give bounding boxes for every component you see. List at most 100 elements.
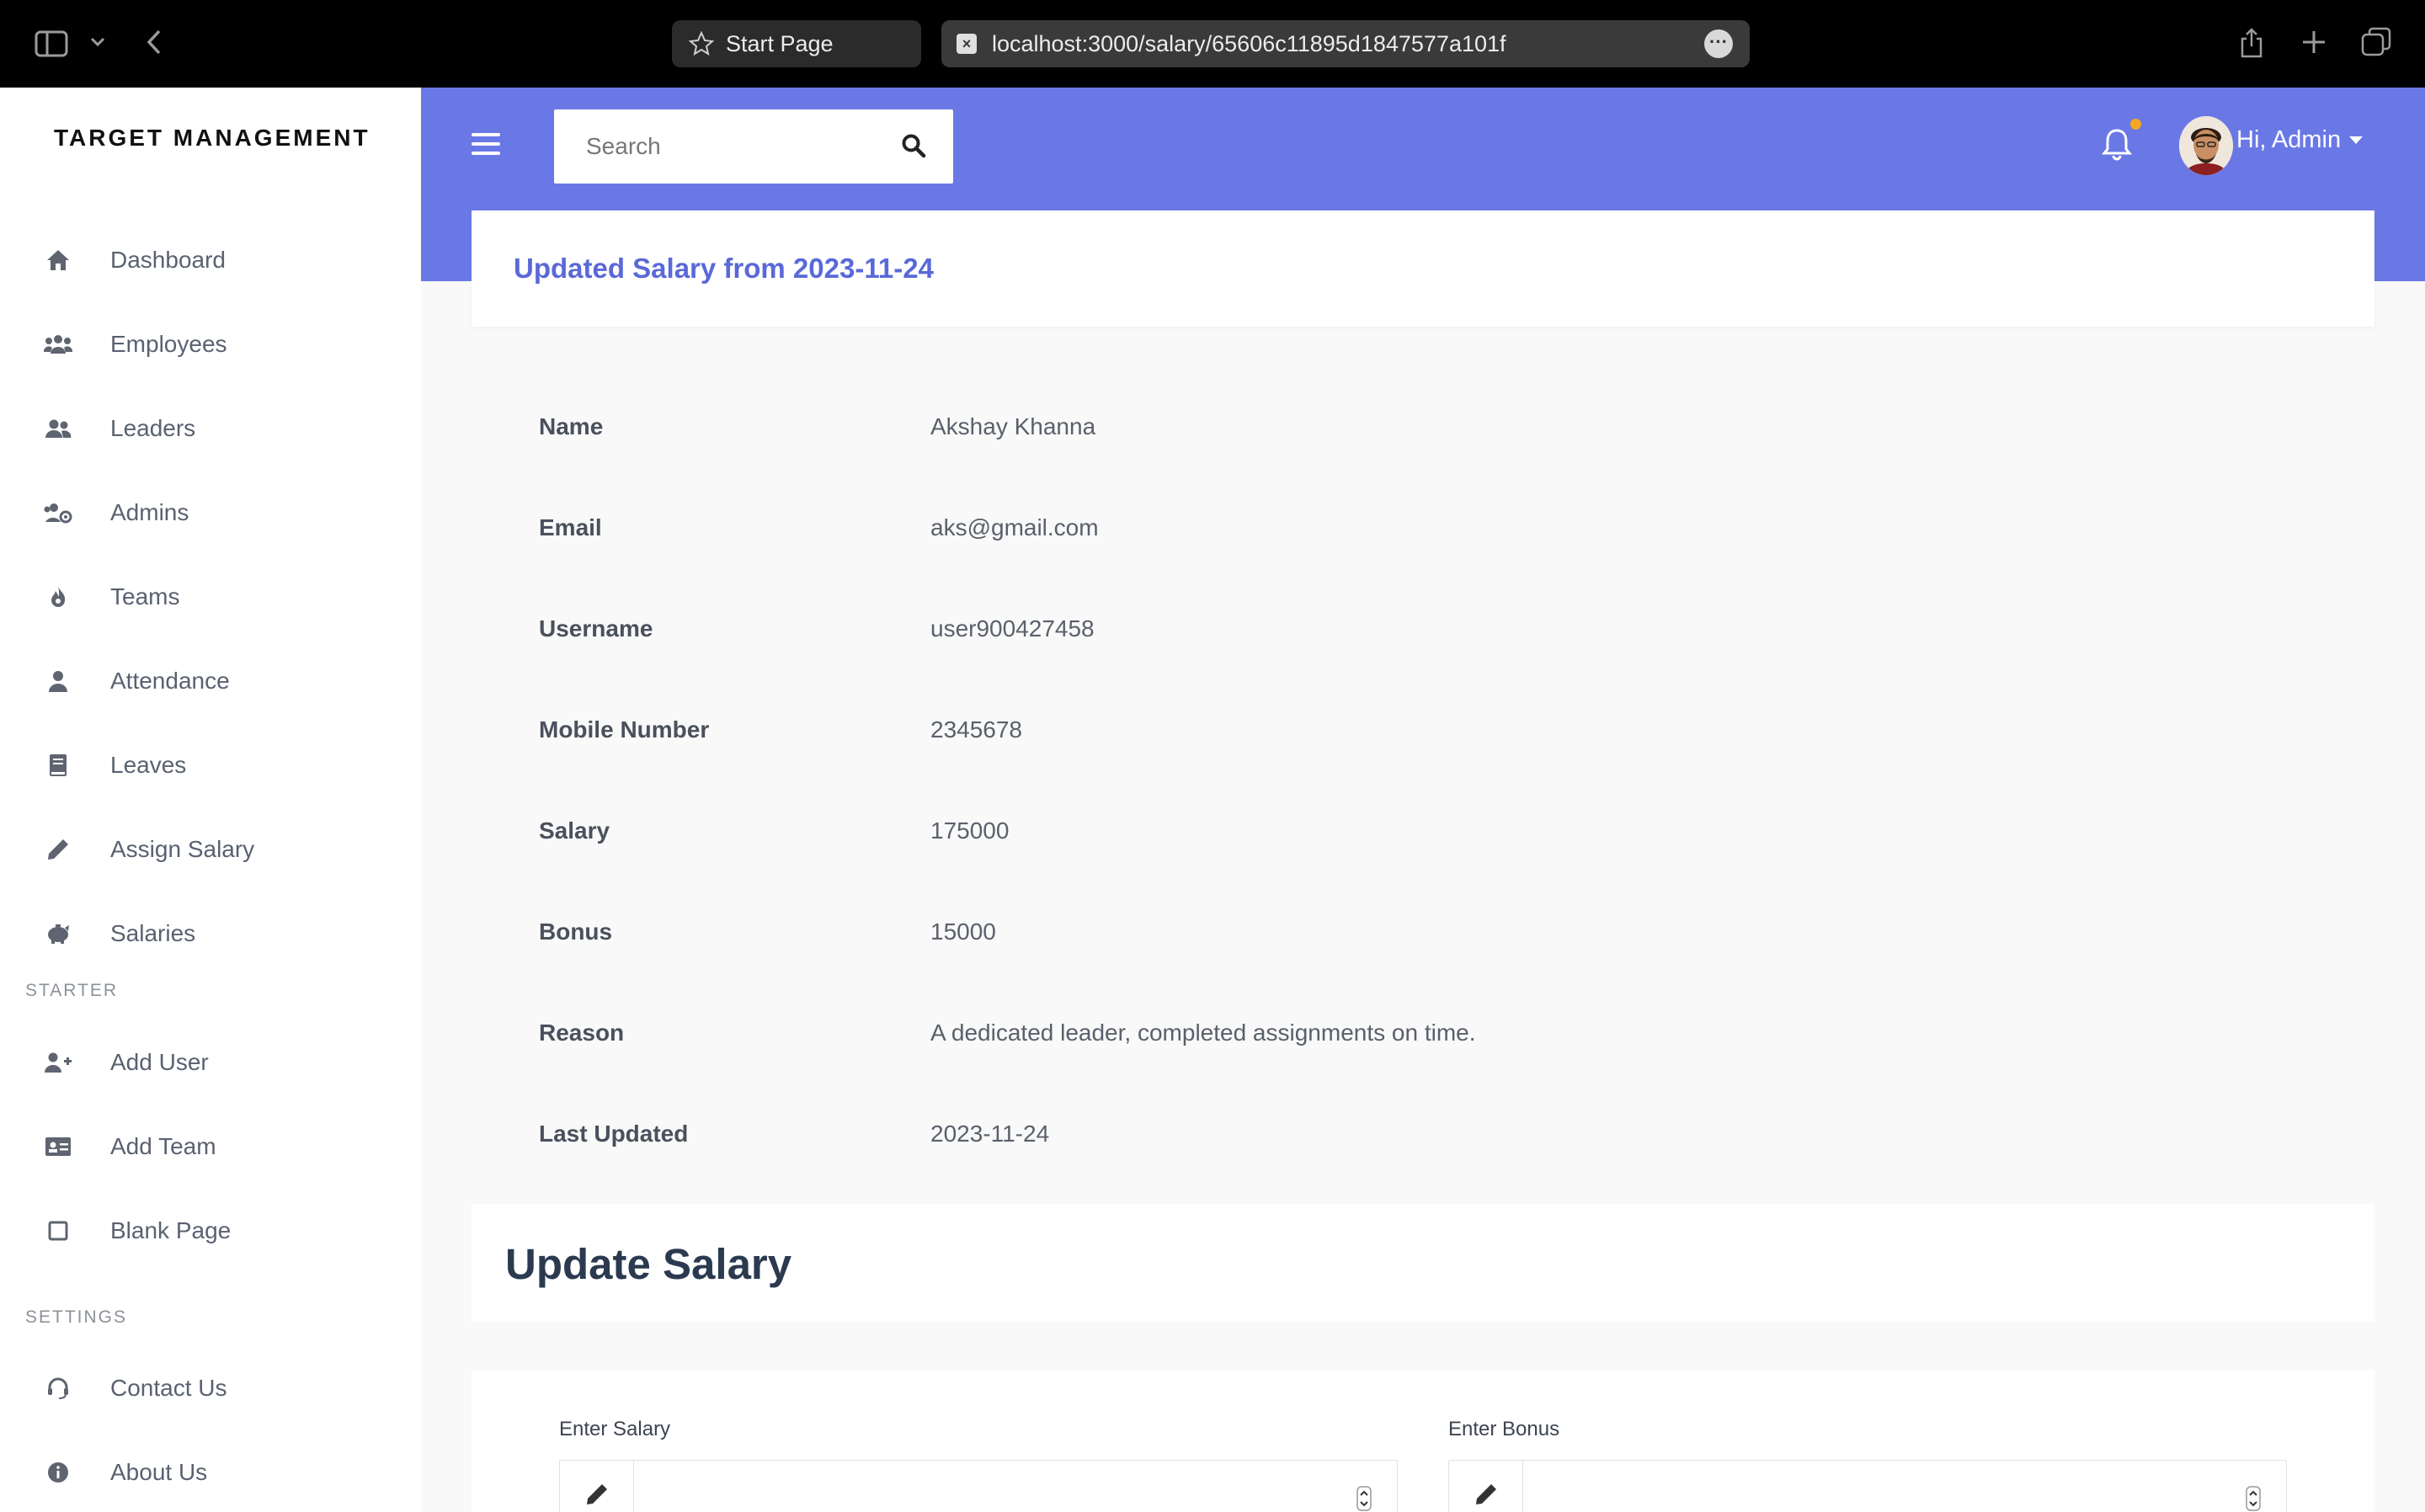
url-text: localhost:3000/salary/65606c11895d184757… <box>992 30 1506 56</box>
pencil-icon <box>560 1461 634 1512</box>
search-box <box>554 109 953 184</box>
detail-label: Reason <box>539 1020 625 1046</box>
sidebar-item-label: Dashboard <box>110 247 226 273</box>
book-icon <box>44 751 72 780</box>
share-icon[interactable] <box>2236 25 2267 61</box>
headset-icon <box>44 1374 72 1403</box>
update-salary-title: Update Salary <box>505 1240 792 1288</box>
sidebar-item-teams[interactable]: Teams <box>0 567 421 626</box>
search-input[interactable] <box>586 130 889 163</box>
home-icon <box>44 246 72 274</box>
detail-row-last-updated: Last Updated 2023-11-24 <box>539 1121 2223 1154</box>
address-bar[interactable]: × localhost:3000/salary/65606c11895d1847… <box>941 20 1750 67</box>
tab-start-label: Start Page <box>726 30 834 56</box>
sidebar-item-salaries[interactable]: Salaries <box>0 904 421 963</box>
detail-row-bonus: Bonus 15000 <box>539 918 2223 952</box>
sidebar-item-employees[interactable]: Employees <box>0 315 421 374</box>
new-tab-icon[interactable] <box>2299 27 2329 57</box>
bonus-input[interactable] <box>1533 1477 2207 1511</box>
sidebar-toggle-icon[interactable] <box>34 29 69 59</box>
detail-value: A dedicated leader, completed assignment… <box>930 1020 1476 1046</box>
sidebar-item-label: Leaders <box>110 415 196 441</box>
sidebar-item-label: Employees <box>110 331 227 357</box>
detail-value: user900427458 <box>930 615 1095 642</box>
caret-down-icon <box>2349 136 2364 144</box>
detail-value: 2345678 <box>930 716 1023 743</box>
detail-value: 175000 <box>930 817 1010 844</box>
info-circle-icon <box>44 1458 72 1487</box>
number-spinner-icon[interactable] <box>2246 1486 2261 1511</box>
star-icon <box>689 31 714 56</box>
user-plus-icon <box>44 1048 72 1077</box>
sidebar-item-label: Salaries <box>110 920 196 946</box>
sidebar-item-attendance[interactable]: Attendance <box>0 652 421 711</box>
detail-label: Name <box>539 413 604 439</box>
sidebar-item-leaves[interactable]: Leaves <box>0 736 421 795</box>
chevron-down-icon[interactable] <box>88 32 108 52</box>
fire-icon <box>44 583 72 611</box>
browser-chrome: Start Page × localhost:3000/salary/65606… <box>0 0 2425 88</box>
detail-label: Bonus <box>539 918 613 945</box>
sidebar-item-label: Assign Salary <box>110 836 255 862</box>
user-greeting: Hi, Admin <box>2236 126 2342 153</box>
sidebar-item-label: Admins <box>110 499 189 525</box>
pencil-icon <box>44 835 72 864</box>
detail-label: Username <box>539 615 653 642</box>
number-spinner-icon[interactable] <box>1356 1486 1372 1511</box>
salary-field <box>559 1460 1398 1512</box>
menu-toggle-icon[interactable] <box>472 133 500 158</box>
sidebar-item-label: Teams <box>110 583 180 610</box>
search-icon[interactable] <box>901 133 928 160</box>
users-cog-icon <box>44 498 72 527</box>
sidebar-item-label: Blank Page <box>110 1217 232 1243</box>
sidebar: TARGET MANAGEMENT Dashboard Employees Le… <box>0 88 421 1512</box>
square-icon <box>44 1217 72 1245</box>
detail-value: 15000 <box>930 918 996 945</box>
sidebar-item-about-us[interactable]: About Us <box>0 1443 421 1502</box>
sidebar-item-label: Add Team <box>110 1133 216 1159</box>
section-label-settings: SETTINGS <box>25 1307 128 1327</box>
detail-value: aks@gmail.com <box>930 514 1099 540</box>
back-icon[interactable] <box>141 27 167 57</box>
avatar[interactable] <box>2179 116 2233 175</box>
id-card-icon <box>44 1132 72 1161</box>
tab-start-page[interactable]: Start Page <box>672 20 921 67</box>
section-label-starter: STARTER <box>25 981 119 1000</box>
sidebar-item-contact-us[interactable]: Contact Us <box>0 1359 421 1418</box>
sidebar-item-label: Leaves <box>110 752 187 778</box>
tabs-overview-icon[interactable] <box>2359 25 2393 59</box>
salary-field-label: Enter Salary <box>559 1418 671 1440</box>
bonus-field-label: Enter Bonus <box>1448 1418 1560 1440</box>
favicon-icon: × <box>957 34 977 54</box>
detail-row-reason: Reason A dedicated leader, completed ass… <box>539 1020 2223 1053</box>
update-salary-form: Enter Salary Enter Bonus <box>472 1371 2374 1512</box>
detail-label: Mobile Number <box>539 716 710 743</box>
detail-row-username: Username user900427458 <box>539 615 2223 649</box>
detail-value: Akshay Khanna <box>930 413 1096 439</box>
sidebar-item-dashboard[interactable]: Dashboard <box>0 231 421 290</box>
bonus-field <box>1448 1460 2287 1512</box>
user-menu[interactable]: Hi, Admin <box>2236 126 2364 154</box>
pencil-icon <box>1449 1461 1523 1512</box>
sidebar-item-label: Attendance <box>110 668 230 694</box>
notification-badge <box>2130 119 2141 130</box>
sidebar-item-label: About Us <box>110 1459 208 1485</box>
sidebar-item-label: Add User <box>110 1049 209 1075</box>
detail-row-mobile: Mobile Number 2345678 <box>539 716 2223 750</box>
notification-bell-icon[interactable] <box>2100 126 2134 162</box>
sidebar-item-admins[interactable]: Admins <box>0 483 421 542</box>
salary-input[interactable] <box>644 1477 1318 1511</box>
sidebar-item-add-user[interactable]: Add User <box>0 1033 421 1092</box>
piggy-bank-icon <box>44 919 72 948</box>
detail-value: 2023-11-24 <box>930 1121 1050 1147</box>
sidebar-item-leaders[interactable]: Leaders <box>0 399 421 458</box>
detail-row-email: Email aks@gmail.com <box>539 514 2223 548</box>
sidebar-item-blank-page[interactable]: Blank Page <box>0 1201 421 1260</box>
detail-row-salary: Salary 175000 <box>539 817 2223 851</box>
user-icon <box>44 667 72 695</box>
more-options-icon[interactable]: ··· <box>1704 29 1733 58</box>
sidebar-item-add-team[interactable]: Add Team <box>0 1117 421 1176</box>
brand-title[interactable]: TARGET MANAGEMENT <box>54 125 370 152</box>
sidebar-item-assign-salary[interactable]: Assign Salary <box>0 820 421 879</box>
update-salary-card: Update Salary <box>472 1204 2374 1322</box>
